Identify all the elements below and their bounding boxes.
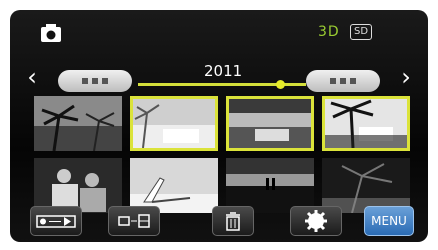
palm-tree-photo-icon (34, 96, 122, 151)
switch-mode-button[interactable] (30, 206, 82, 236)
camera-icon (41, 24, 61, 42)
delete-button[interactable] (212, 206, 254, 236)
thumbnail[interactable] (226, 96, 314, 151)
menu-button[interactable]: MENU (364, 206, 414, 236)
gear-icon (305, 210, 327, 232)
year-label: 2011 (204, 62, 243, 80)
thumbnail[interactable] (130, 96, 218, 151)
thumbnail-size-button[interactable] (108, 206, 160, 236)
next-date-button[interactable] (306, 70, 380, 92)
top-bar: 3D SD (10, 10, 428, 58)
photo-video-switch-icon (36, 215, 76, 228)
thumbnail-size-icon (118, 214, 150, 228)
thumbnail[interactable] (322, 158, 410, 213)
sd-card-indicator: SD (350, 24, 373, 40)
sea-horizon-photo-icon (229, 99, 311, 148)
tree-photo-icon (322, 158, 410, 213)
sunset-couple-photo-icon (226, 158, 314, 213)
settings-button[interactable] (290, 206, 342, 236)
thumbnail[interactable] (34, 96, 122, 151)
palm-silhouette-photo-icon (325, 99, 407, 148)
thumbnail[interactable] (130, 158, 218, 213)
beach-chair-photo-icon (130, 158, 218, 213)
camera-screen: 3D SD ‹ 2011 › MENU (10, 10, 428, 242)
people-photo-icon (34, 158, 122, 213)
thumbnail[interactable] (34, 158, 122, 213)
prev-date-button[interactable] (58, 70, 132, 92)
thumbnail[interactable] (322, 96, 410, 151)
beach-photo-icon (133, 99, 215, 148)
mode-3d-indicator: 3D (318, 24, 340, 40)
timeline-slider-knob[interactable] (276, 80, 285, 89)
date-navigation: ‹ 2011 › (10, 58, 428, 98)
prev-arrow-icon[interactable]: ‹ (22, 65, 42, 89)
thumbnail[interactable] (226, 158, 314, 213)
bottom-toolbar: MENU (10, 206, 428, 242)
trash-icon (226, 212, 240, 231)
next-arrow-icon[interactable]: › (396, 65, 416, 89)
